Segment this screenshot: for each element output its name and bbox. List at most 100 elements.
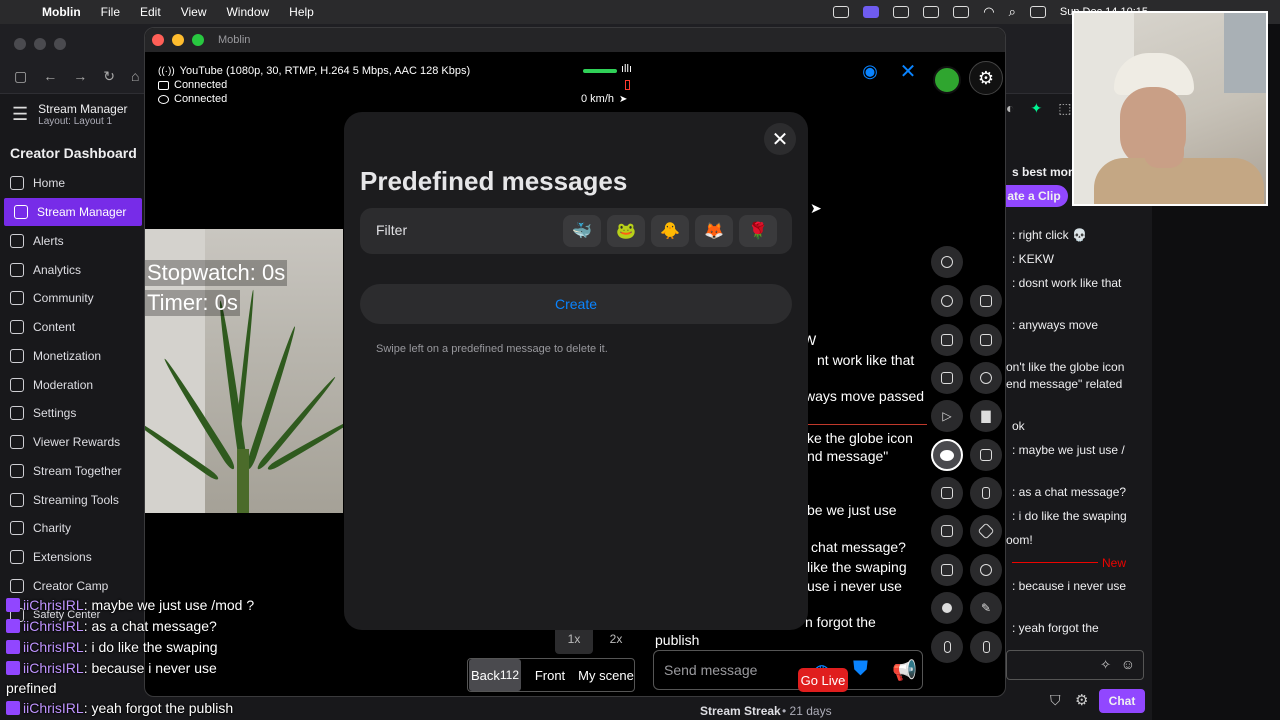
status-icon[interactable] <box>833 6 850 18</box>
nav-moderation[interactable]: Moderation <box>0 371 142 399</box>
toggle-icon[interactable]: ◐ <box>1006 100 1014 117</box>
play-icon[interactable]: ▷ <box>931 400 963 432</box>
shield-icon[interactable]: ⛊ <box>853 658 868 681</box>
photo-icon[interactable] <box>931 554 963 586</box>
microphone-icon[interactable] <box>931 631 963 663</box>
lock-icon[interactable] <box>970 439 1002 471</box>
chat-bubble-icon[interactable] <box>931 439 963 471</box>
remote-icon[interactable] <box>970 324 1002 356</box>
download-icon[interactable] <box>931 477 963 509</box>
scoreboard-icon[interactable] <box>931 362 963 394</box>
send-message-input[interactable]: Send message <box>653 650 923 690</box>
filter-frog-button[interactable]: 🐸 <box>607 215 645 247</box>
menu-app[interactable]: Moblin <box>42 5 81 19</box>
nav-viewer-rewards[interactable]: Viewer Rewards <box>0 428 142 456</box>
hide-eye-icon[interactable]: ◉ <box>852 53 888 89</box>
nav-creator-camp[interactable]: Creator Camp <box>0 572 142 600</box>
nav-stream-together[interactable]: Stream Together <box>0 457 142 485</box>
moblin-chat-line: use i never use <box>807 578 902 594</box>
gauge-icon[interactable] <box>931 285 963 317</box>
menu-window[interactable]: Window <box>226 5 269 19</box>
replay-icon[interactable] <box>970 362 1002 394</box>
wifi-icon[interactable]: ◠ <box>983 4 994 20</box>
text-icon[interactable] <box>923 6 940 18</box>
menu-edit[interactable]: Edit <box>140 5 161 19</box>
nav-extensions[interactable]: Extensions <box>0 543 142 571</box>
reload-icon[interactable]: ↻ <box>103 68 115 85</box>
camera-icon[interactable] <box>931 324 963 356</box>
settings-gear-icon[interactable]: ⚙ <box>969 61 1003 95</box>
camera-switch-icon[interactable] <box>970 285 1002 317</box>
pencil-icon[interactable]: ✎ <box>970 592 1002 624</box>
emote-icon[interactable]: ☺ <box>1121 656 1135 672</box>
create-button[interactable]: Create <box>360 284 792 324</box>
filter-chick-button[interactable]: 🐥 <box>651 215 689 247</box>
menu-view[interactable]: View <box>181 5 207 19</box>
nav-streaming-tools[interactable]: Streaming Tools <box>0 486 142 514</box>
zoom-control[interactable] <box>54 38 66 50</box>
nav-alerts[interactable]: Alerts <box>0 227 142 255</box>
nav-content[interactable]: Content <box>0 313 142 341</box>
face-icon[interactable] <box>931 515 963 547</box>
nav-community[interactable]: Community <box>0 284 142 312</box>
create-clip-button[interactable]: ate a Clip <box>1000 185 1068 207</box>
popout-icon[interactable]: ⬚ <box>1058 100 1071 117</box>
close-control[interactable] <box>14 38 26 50</box>
nav-monetization[interactable]: Monetization <box>0 342 142 370</box>
bits-icon[interactable]: ✧ <box>1100 657 1111 673</box>
battery-icon[interactable] <box>953 6 970 18</box>
chat-connection-status[interactable]: Connected <box>158 93 227 105</box>
filter-rose-button[interactable]: 🌹 <box>739 215 777 247</box>
scene-front-button[interactable]: Front <box>524 659 576 691</box>
screen-icon[interactable] <box>863 6 880 18</box>
nav-charity[interactable]: Charity <box>0 514 142 542</box>
moblin-logo-icon[interactable] <box>933 66 961 94</box>
twitch-chat-input[interactable]: ✧ ☺ <box>1006 650 1144 680</box>
browser-window-controls <box>14 38 66 50</box>
bar-chart-icon[interactable]: ▇ <box>970 400 1002 432</box>
control-center-icon[interactable] <box>1029 6 1046 18</box>
shield-icon[interactable]: ⛉ <box>1050 692 1061 709</box>
close-icon[interactable]: ✕ <box>764 123 796 155</box>
sparkle-icon[interactable]: ✦ <box>1030 100 1042 117</box>
maximize-button[interactable] <box>192 34 204 46</box>
speed-readout[interactable]: 0 km/h ➤ <box>581 93 627 105</box>
minimize-control[interactable] <box>34 38 46 50</box>
layers-icon[interactable] <box>970 515 1002 547</box>
nav-stream-manager[interactable]: Stream Manager <box>4 198 142 226</box>
filter-fox-button[interactable]: 🦊 <box>695 215 733 247</box>
nav-settings[interactable]: Settings <box>0 399 142 427</box>
aperture-icon[interactable] <box>970 554 1002 586</box>
remote-control-icon[interactable] <box>970 477 1002 509</box>
play-icon[interactable] <box>893 6 910 18</box>
stream-toggle-icon[interactable] <box>931 246 963 278</box>
scene-back-button[interactable]: Back 112 <box>469 659 521 691</box>
scene-my-scene-button[interactable]: My scene <box>576 659 636 691</box>
search-icon[interactable]: ⌕ <box>1009 4 1016 20</box>
twitch-chat-message: : maybe we just use / <box>1012 443 1125 457</box>
record-icon[interactable] <box>931 592 963 624</box>
go-live-button[interactable]: Go Live <box>798 668 848 692</box>
sweater <box>1094 158 1264 204</box>
chat-send-button[interactable]: Chat <box>1099 689 1145 713</box>
twitch-badge-icon <box>6 598 20 612</box>
home-icon[interactable]: ⌂ <box>131 68 139 85</box>
hamburger-icon[interactable]: ☰ <box>12 104 28 125</box>
back-icon[interactable]: ← <box>43 68 57 85</box>
connection-status[interactable]: Connected <box>158 79 227 91</box>
forward-icon[interactable]: → <box>73 68 87 85</box>
minimize-button[interactable] <box>172 34 184 46</box>
gear-icon[interactable]: ⚙ <box>1075 691 1088 709</box>
nav-home[interactable]: Home <box>0 169 142 197</box>
flashlight-icon[interactable] <box>970 631 1002 663</box>
close-x-icon[interactable]: ✕ <box>890 53 926 89</box>
close-button[interactable] <box>152 34 164 46</box>
twitch-chat-message: : right click 💀 <box>1012 228 1087 242</box>
menu-help[interactable]: Help <box>289 5 314 19</box>
megaphone-icon[interactable]: 📢 <box>892 658 917 683</box>
nav-analytics[interactable]: Analytics <box>0 256 142 284</box>
stream-status[interactable]: ((·)) YouTube (1080p, 30, RTMP, H.264 5 M… <box>158 65 470 77</box>
filter-whale-button[interactable]: 🐳 <box>563 215 601 247</box>
tabs-icon[interactable]: ▢ <box>14 68 27 85</box>
menu-file[interactable]: File <box>101 5 120 19</box>
